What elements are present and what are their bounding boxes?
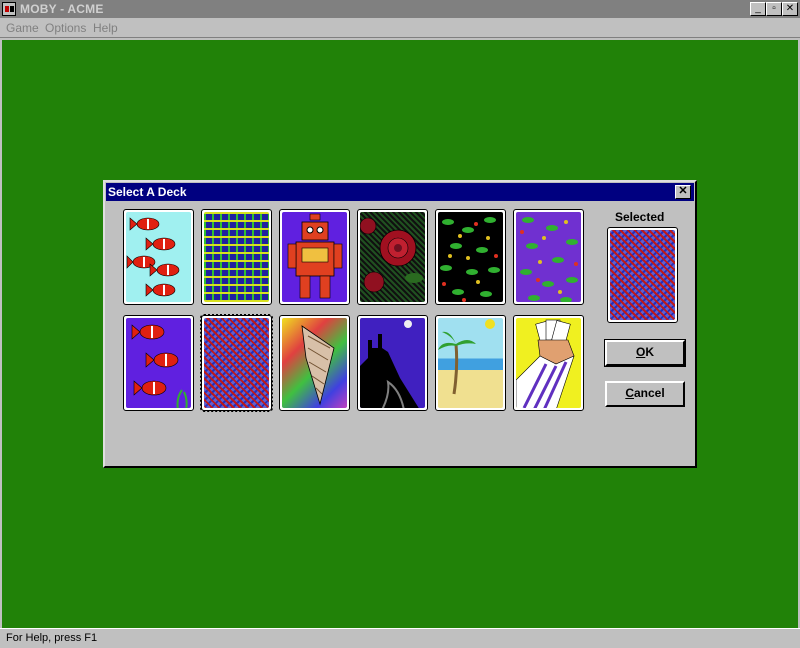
- clownfish-art: [126, 217, 180, 297]
- cancel-button-mnemonic: C: [625, 386, 634, 400]
- deck-robot[interactable]: [279, 209, 350, 305]
- selected-label: Selected: [615, 210, 665, 224]
- deck-hand[interactable]: [513, 315, 584, 411]
- menu-options[interactable]: Options: [45, 21, 86, 35]
- deck-vines-black[interactable]: [435, 209, 506, 305]
- robot-art: [287, 213, 343, 299]
- dialog-close-button[interactable]: ✕: [675, 185, 691, 199]
- deck-roses[interactable]: [357, 209, 428, 305]
- status-bar: For Help, press F1: [0, 628, 800, 648]
- window-titlebar[interactable]: MOBY - ACME _ ▫ ✕: [0, 0, 800, 18]
- deck-vines-purple[interactable]: [513, 209, 584, 305]
- rose-art: [360, 217, 423, 293]
- dialog-title: Select A Deck: [108, 185, 187, 199]
- deck-castle[interactable]: [357, 315, 428, 411]
- minimize-button[interactable]: _: [750, 2, 766, 16]
- ok-button-mnemonic: O: [635, 345, 646, 359]
- castle-art: [360, 320, 419, 408]
- clownfish-2-art: [131, 324, 188, 408]
- menu-game[interactable]: Game: [6, 21, 39, 35]
- restore-button[interactable]: ▫: [766, 2, 782, 16]
- menu-bar: Game Options Help: [0, 18, 800, 38]
- window-title: MOBY - ACME: [20, 2, 104, 16]
- ok-button-label: K: [645, 345, 654, 359]
- selected-deck-preview: [607, 227, 678, 323]
- cancel-button-label: ancel: [633, 386, 665, 400]
- app-icon[interactable]: [2, 2, 16, 16]
- dialog-titlebar[interactable]: Select A Deck ✕: [106, 183, 694, 201]
- deck-weave[interactable]: [201, 209, 272, 305]
- hand-art: [516, 319, 575, 408]
- deck-shell[interactable]: [279, 315, 350, 411]
- select-deck-dialog: Select A Deck ✕ Selected OK Cancel: [103, 180, 697, 468]
- status-text: For Help, press F1: [6, 632, 98, 644]
- deck-crosshatch[interactable]: [200, 314, 273, 412]
- shell-art: [301, 325, 335, 406]
- beach-art: [438, 319, 495, 395]
- ok-button[interactable]: OK: [605, 340, 685, 366]
- vines-purple-art: [520, 217, 578, 302]
- close-button[interactable]: ✕: [782, 2, 798, 16]
- vines-art: [440, 217, 500, 302]
- cancel-button[interactable]: Cancel: [605, 381, 685, 407]
- deck-beach[interactable]: [435, 315, 506, 411]
- deck-fish[interactable]: [123, 209, 194, 305]
- deck-fish-2[interactable]: [123, 315, 194, 411]
- menu-help[interactable]: Help: [93, 21, 118, 35]
